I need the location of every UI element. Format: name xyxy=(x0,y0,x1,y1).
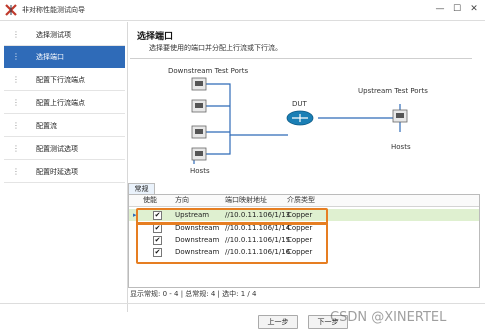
router-icon xyxy=(286,110,314,126)
step-dot-icon: ⋮ xyxy=(12,75,20,84)
port-icon xyxy=(191,147,207,161)
port-icon xyxy=(191,125,207,139)
table-status-text: 显示常规: 0 - 4 | 总常规: 4 | 选中: 1 / 4 xyxy=(130,290,257,298)
sidebar-item-label: 配置下行流端点 xyxy=(36,75,85,84)
topology-svg xyxy=(191,77,408,164)
close-button[interactable]: ✕ xyxy=(467,3,481,15)
link-line xyxy=(206,135,231,155)
port-icon xyxy=(191,99,207,113)
page-subtitle: 选择要使用的端口并分配上行流或下行流。 xyxy=(149,44,282,52)
header-divider xyxy=(130,58,472,59)
footer-divider xyxy=(0,303,485,304)
sidebar-item-label: 配置测试选项 xyxy=(36,144,78,153)
page-title: 选择端口 xyxy=(137,32,174,42)
sidebar-item-upstream-endpoints[interactable]: ⋮ 配置上行流端点 xyxy=(4,92,125,114)
minimize-button[interactable]: — xyxy=(433,3,447,15)
step-dot-icon: ⋮ xyxy=(12,30,20,39)
step-dot-icon: ⋮ xyxy=(12,167,20,176)
port-icon xyxy=(191,77,207,91)
sidebar-item-downstream-endpoints[interactable]: ⋮ 配置下行流端点 xyxy=(4,69,125,91)
sidebar-item-select-test[interactable]: ⋮ 选择测试项 xyxy=(4,24,125,46)
step-dot-icon: ⋮ xyxy=(12,144,20,153)
step-dot-icon: ⋮ xyxy=(12,121,20,130)
wizard-step-list: ⋮ 选择测试项 ⋮ 选择端口 ⋮ 配置下行流端点 ⋮ 配置上行流端点 ⋮ 配置流… xyxy=(4,24,125,314)
title-bar: 非对称性能测试向导 — ☐ ✕ xyxy=(0,0,485,21)
table-header: 使能 方向 端口映射地址 介质类型 xyxy=(129,195,479,207)
column-header-direction[interactable]: 方向 xyxy=(175,195,189,205)
sidebar-item-configure-streams[interactable]: ⋮ 配置流 xyxy=(4,115,125,137)
column-header-media[interactable]: 介质类型 xyxy=(287,195,315,205)
watermark-text: CSDN @XINERTEL xyxy=(330,310,447,325)
sidebar-item-label: 选择端口 xyxy=(36,52,64,61)
sidebar-item-select-ports[interactable]: ⋮ 选择端口 xyxy=(4,46,125,68)
column-header-enable[interactable]: 使能 xyxy=(143,195,157,205)
sidebar-item-label: 配置时延选项 xyxy=(36,167,78,176)
sidebar-item-label: 配置上行流端点 xyxy=(36,98,85,107)
prev-button[interactable]: 上一步 xyxy=(258,315,298,329)
sidebar-item-test-options[interactable]: ⋮ 配置测试选项 xyxy=(4,138,125,160)
sidebar-item-label: 配置流 xyxy=(36,121,57,130)
link-line xyxy=(206,83,288,136)
column-header-address[interactable]: 端口映射地址 xyxy=(225,195,267,205)
app-logo-icon xyxy=(5,4,17,16)
step-dot-icon: ⋮ xyxy=(12,52,20,61)
maximize-button[interactable]: ☐ xyxy=(450,3,464,15)
port-icon xyxy=(392,109,408,123)
sidebar-item-label: 选择测试项 xyxy=(36,30,71,39)
sidebar-item-latency-options[interactable]: ⋮ 配置时延选项 xyxy=(4,161,125,183)
downstream-highlight-box xyxy=(136,222,328,264)
window-title: 非对称性能测试向导 xyxy=(22,6,85,14)
step-dot-icon: ⋮ xyxy=(12,98,20,107)
wizard-window: 非对称性能测试向导 — ☐ ✕ ⋮ 选择测试项 ⋮ 选择端口 ⋮ 配置下行流端点… xyxy=(0,0,485,333)
topology-diagram: Downstream Test Ports Upstream Test Port… xyxy=(130,60,480,180)
